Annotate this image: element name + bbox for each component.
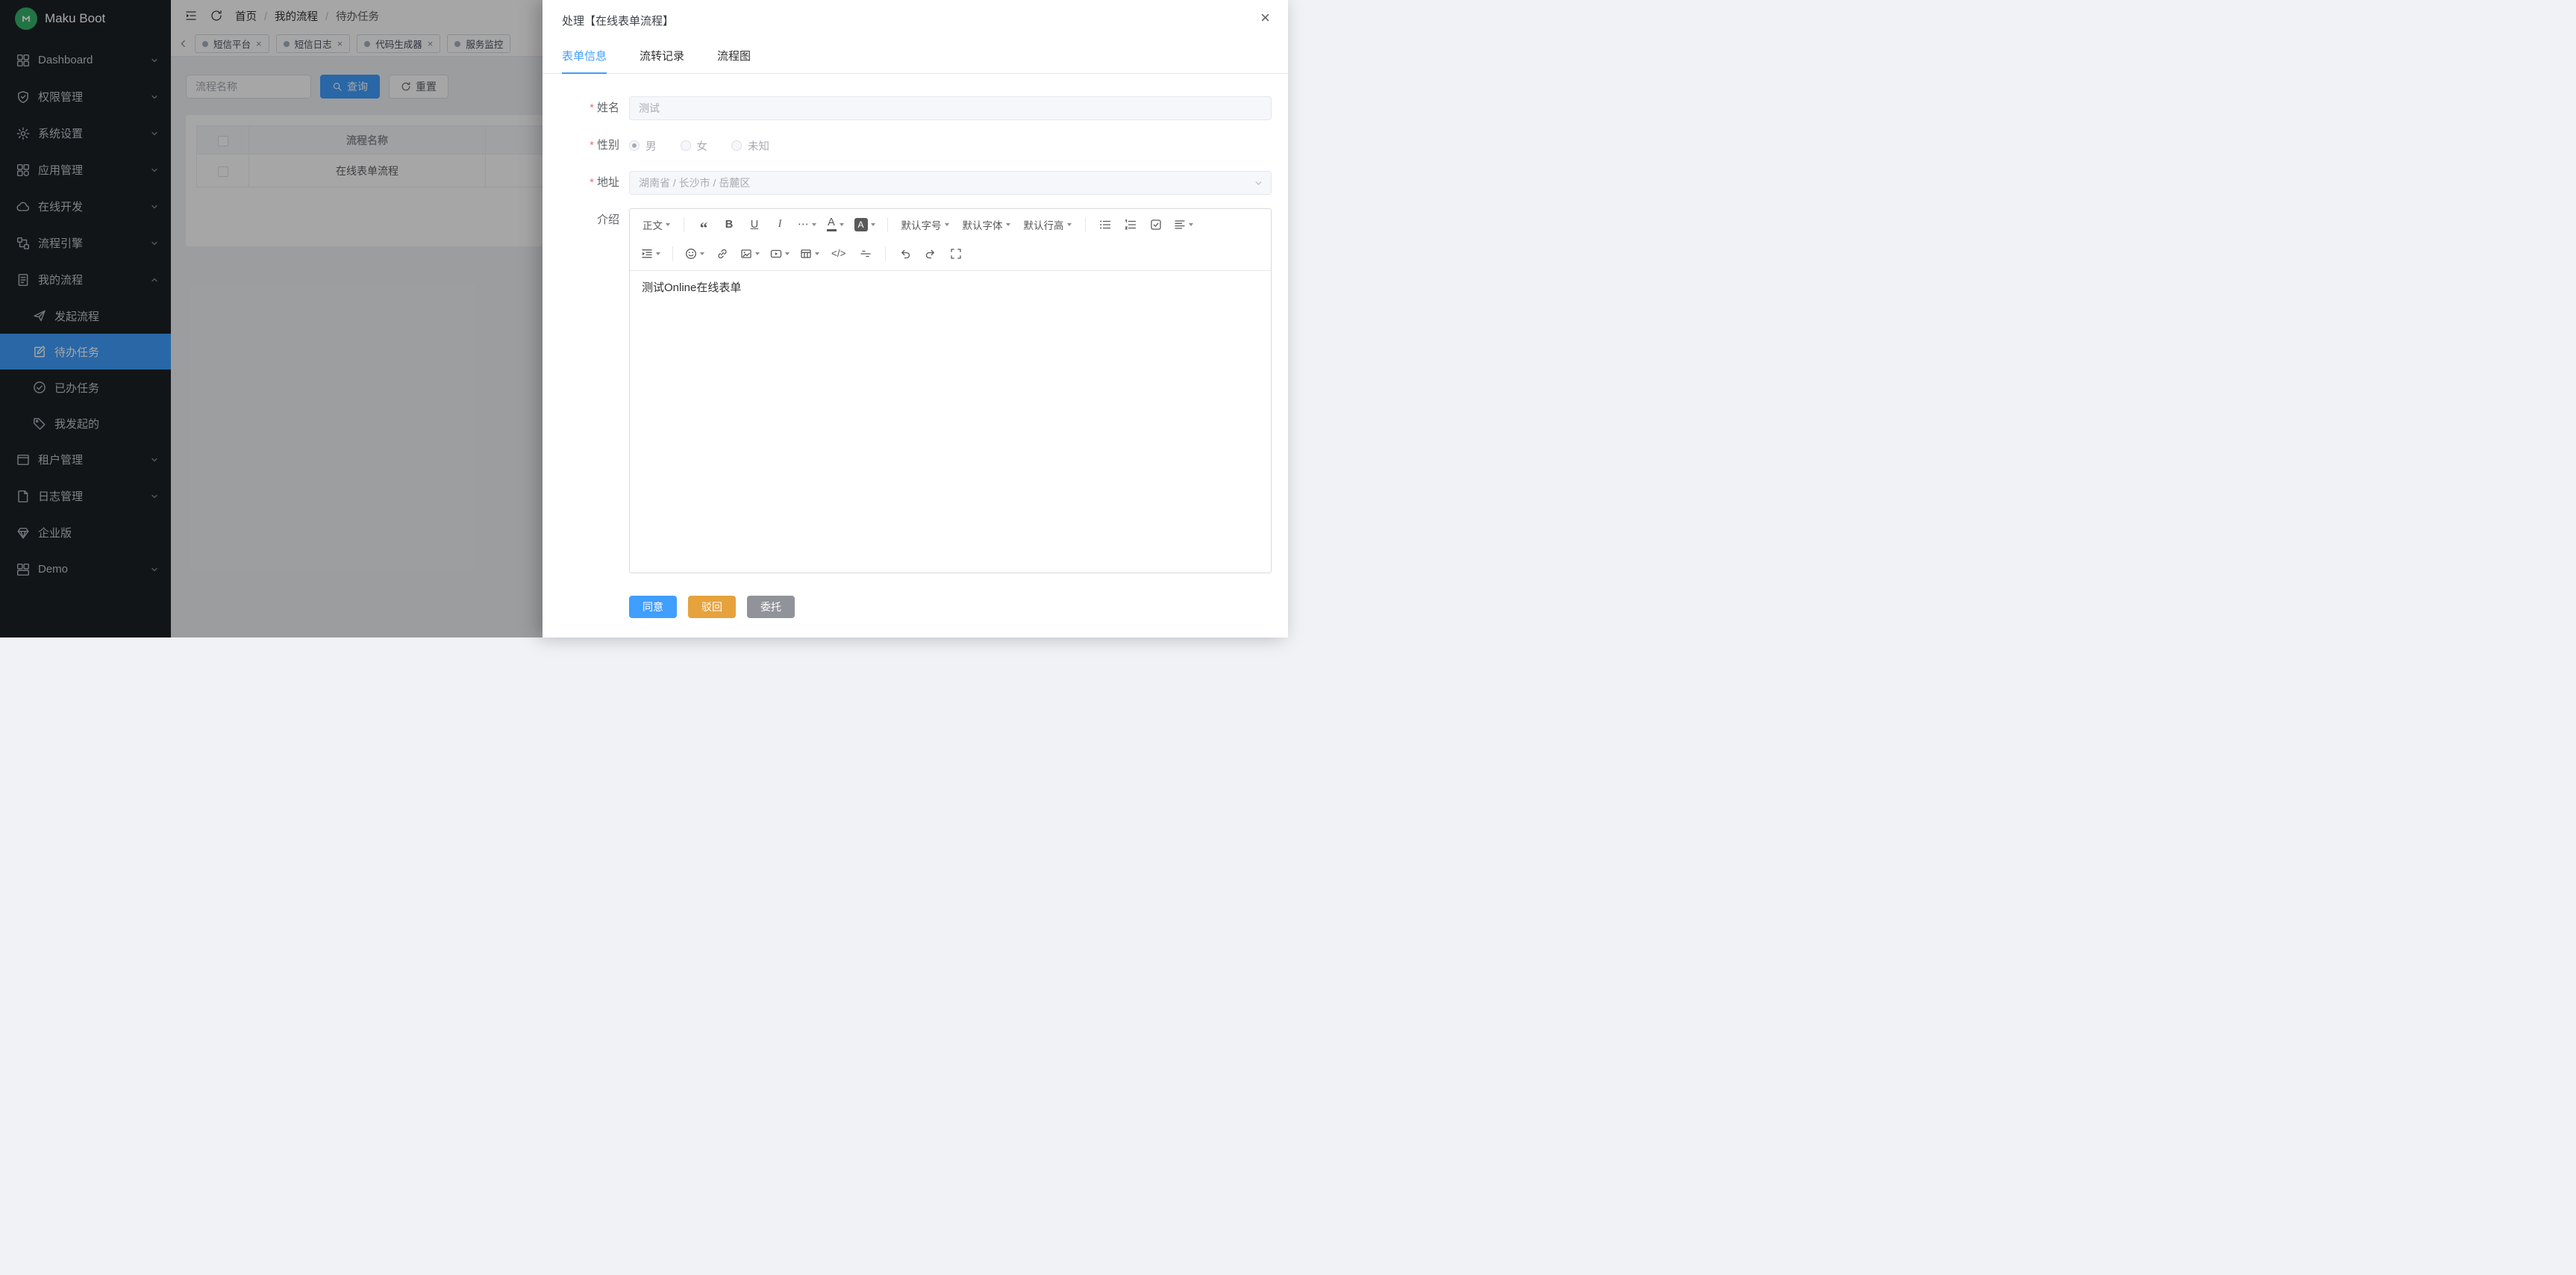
undo-button[interactable] xyxy=(894,243,916,265)
emoji-dropdown[interactable] xyxy=(681,243,708,265)
drawer-actions: 同意 驳回 委托 xyxy=(543,587,1288,618)
caret-icon xyxy=(700,252,704,255)
image-dropdown[interactable] xyxy=(737,243,763,265)
close-icon[interactable] xyxy=(1260,10,1270,26)
paragraph-style-dropdown[interactable]: 正文 xyxy=(637,213,675,236)
toolbar-separator xyxy=(1085,217,1086,232)
address-select[interactable]: 湖南省 / 长沙市 / 岳麓区 xyxy=(629,171,1272,195)
gender-radio-group: 男 女 未知 xyxy=(629,134,1272,158)
video-dropdown[interactable] xyxy=(766,243,793,265)
radio-label: 女 xyxy=(697,138,708,154)
bullet-list-button[interactable] xyxy=(1094,213,1116,236)
caret-icon xyxy=(812,223,816,226)
background-color-dropdown[interactable]: A xyxy=(851,213,879,236)
tab-form-info[interactable]: 表单信息 xyxy=(562,40,607,73)
editor-content[interactable]: 测试Online在线表单 xyxy=(630,271,1271,573)
bold-button[interactable]: B xyxy=(718,213,740,236)
address-select-value: 湖南省 / 长沙市 / 岳麓区 xyxy=(639,175,750,190)
form-row-gender: 性别 男 女 未知 xyxy=(543,134,1288,158)
italic-button[interactable]: I xyxy=(769,213,791,236)
radio-dot xyxy=(629,140,640,151)
more-styles-dropdown[interactable]: ⋯ xyxy=(794,213,820,236)
caret-icon xyxy=(815,252,819,255)
font-family-dropdown[interactable]: 默认字体 xyxy=(957,213,1016,236)
reject-button[interactable]: 驳回 xyxy=(688,596,736,618)
color-bar xyxy=(827,229,837,231)
radio-female[interactable]: 女 xyxy=(681,138,708,154)
address-label: 地址 xyxy=(543,171,629,195)
link-button[interactable] xyxy=(711,243,734,265)
code-block-button[interactable]: </> xyxy=(826,243,851,265)
form-row-intro: 介绍 正文 “ B U I ⋯ A A xyxy=(543,208,1288,573)
drawer-tabs: 表单信息 流转记录 流程图 xyxy=(543,40,1288,74)
caret-icon xyxy=(871,223,875,226)
caret-icon xyxy=(755,252,760,255)
caret-icon xyxy=(1067,223,1072,226)
blockquote-button[interactable]: “ xyxy=(693,213,715,236)
radio-label: 男 xyxy=(645,138,657,154)
name-field[interactable] xyxy=(629,96,1272,120)
tab-flow-chart[interactable]: 流程图 xyxy=(717,40,751,73)
indent-dropdown[interactable] xyxy=(637,243,664,265)
form-row-address: 地址 湖南省 / 长沙市 / 岳麓区 xyxy=(543,171,1288,195)
numbered-list-button[interactable] xyxy=(1119,213,1142,236)
caret-icon xyxy=(945,223,949,226)
name-label: 姓名 xyxy=(543,96,629,120)
line-height-dropdown[interactable]: 默认行高 xyxy=(1019,213,1077,236)
radio-dot xyxy=(731,140,742,151)
rich-text-editor: 正文 “ B U I ⋯ A A 默认字号 默认字体 默认行 xyxy=(629,208,1272,573)
redo-button[interactable] xyxy=(919,243,942,265)
table-dropdown[interactable] xyxy=(796,243,823,265)
radio-label: 未知 xyxy=(748,138,769,154)
editor-toolbar-row-1: 正文 “ B U I ⋯ A A 默认字号 默认字体 默认行 xyxy=(636,210,1265,239)
drawer-title: 处理【在线表单流程】 xyxy=(562,15,674,28)
delegate-button[interactable]: 委托 xyxy=(747,596,795,618)
caret-icon xyxy=(785,252,790,255)
form-row-name: 姓名 xyxy=(543,96,1288,120)
intro-label: 介绍 xyxy=(543,208,629,573)
toolbar-separator xyxy=(672,246,673,261)
font-size-dropdown[interactable]: 默认字号 xyxy=(896,213,954,236)
radio-unknown[interactable]: 未知 xyxy=(731,138,769,154)
caret-icon xyxy=(1189,223,1193,226)
caret-icon xyxy=(656,252,660,255)
caret-icon xyxy=(840,223,844,226)
underline-button[interactable]: U xyxy=(743,213,766,236)
caret-icon xyxy=(666,223,670,226)
caret-icon xyxy=(1006,223,1010,226)
editor-toolbar: 正文 “ B U I ⋯ A A 默认字号 默认字体 默认行 xyxy=(630,209,1271,271)
radio-dot xyxy=(681,140,691,151)
agree-button[interactable]: 同意 xyxy=(629,596,677,618)
gender-label: 性别 xyxy=(543,134,629,158)
tab-flow-records[interactable]: 流转记录 xyxy=(640,40,684,73)
fullscreen-button[interactable] xyxy=(945,243,967,265)
chevron-down-icon xyxy=(1254,178,1263,188)
radio-male[interactable]: 男 xyxy=(629,138,657,154)
process-handle-drawer: 处理【在线表单流程】 表单信息 流转记录 流程图 姓名 性别 男 xyxy=(543,0,1288,638)
drawer-header: 处理【在线表单流程】 xyxy=(543,0,1288,34)
todo-list-button[interactable] xyxy=(1145,213,1167,236)
process-form: 姓名 性别 男 女 未知 xyxy=(543,74,1288,638)
align-dropdown[interactable] xyxy=(1170,213,1197,236)
toolbar-separator xyxy=(885,246,886,261)
toolbar-separator xyxy=(887,217,888,232)
font-color-dropdown[interactable]: A xyxy=(823,213,848,236)
divider-button[interactable] xyxy=(854,243,877,265)
editor-toolbar-row-2: </> xyxy=(636,239,1265,268)
